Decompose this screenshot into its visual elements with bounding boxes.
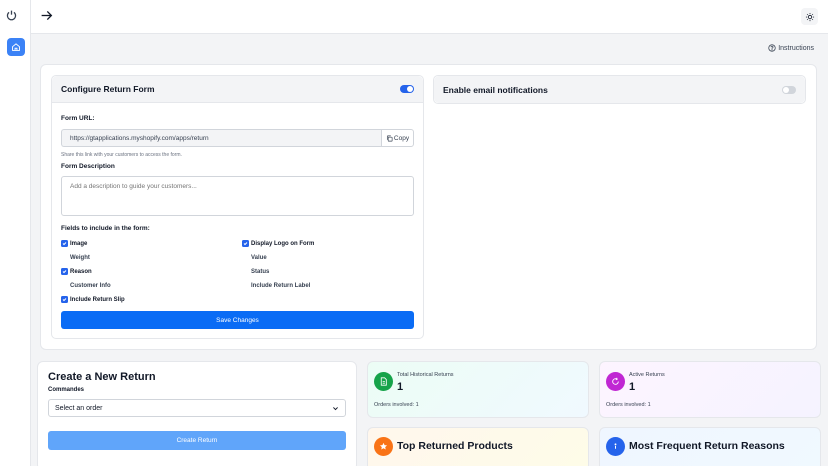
create-return-card: Create a New Return Commandes Select an … — [37, 361, 357, 466]
form-url-label: Form URL: — [61, 115, 95, 122]
arrow-right-icon[interactable] — [40, 9, 53, 22]
checkbox-customer-info[interactable] — [61, 282, 68, 289]
total-returns-sub: Orders involved: 1 — [374, 402, 419, 408]
return-reasons-card: Most Frequent Return Reasons — [599, 427, 821, 466]
refresh-icon — [612, 377, 619, 385]
check-icon — [62, 242, 67, 246]
top-products-card: Top Returned Products — [367, 427, 589, 466]
field-display-logo[interactable]: Display Logo on Form — [242, 240, 314, 247]
email-notifications-header: Enable email notifications — [434, 76, 805, 103]
top-products-icon-wrap — [374, 437, 393, 456]
checkbox-reason[interactable] — [61, 268, 68, 275]
fields-label: Fields to include in the form: — [61, 225, 150, 232]
order-select[interactable]: Select an order — [48, 399, 346, 417]
instructions-label: Instructions — [778, 44, 814, 52]
return-form-toggle[interactable] — [400, 85, 414, 93]
create-return-button[interactable]: Create Return — [48, 431, 346, 450]
field-return-label[interactable]: Include Return Label — [242, 282, 310, 289]
check-icon — [243, 242, 248, 246]
field-image[interactable]: Image — [61, 240, 87, 247]
copy-icon — [386, 135, 393, 141]
power-icon[interactable] — [5, 9, 18, 22]
checkbox-image[interactable] — [61, 240, 68, 247]
instructions-link[interactable]: Instructions — [768, 44, 814, 52]
copy-button[interactable]: Copy — [381, 129, 414, 147]
return-form-title: Configure Return Form — [61, 84, 155, 94]
total-returns-icon-wrap — [374, 372, 393, 391]
field-reason[interactable]: Reason — [61, 268, 92, 275]
settings-panel: Configure Return Form Form URL: Copy Sha… — [40, 64, 817, 350]
return-form-card-header: Configure Return Form — [52, 76, 423, 103]
active-returns-value: 1 — [629, 381, 636, 393]
sun-icon — [805, 12, 814, 21]
help-circle-icon — [768, 44, 776, 52]
checkbox-status[interactable] — [242, 268, 249, 275]
total-returns-card: Total Historical Returns 1 Orders involv… — [367, 361, 589, 418]
home-icon — [12, 43, 20, 51]
create-return-title: Create a New Return — [48, 371, 156, 383]
share-help-text: Share this link with your customers to a… — [61, 152, 182, 158]
email-notifications-title: Enable email notifications — [443, 84, 548, 95]
checkbox-return-label[interactable] — [242, 282, 249, 289]
active-returns-icon-wrap — [606, 372, 625, 391]
total-returns-label: Total Historical Returns — [397, 372, 454, 378]
info-icon — [614, 443, 617, 449]
copy-label: Copy — [393, 134, 410, 142]
checkbox-weight[interactable] — [61, 254, 68, 261]
active-returns-label: Active Returns — [629, 372, 665, 378]
theme-toggle-button[interactable] — [801, 8, 818, 25]
sidebar — [0, 0, 31, 466]
form-description-label: Form Description — [61, 163, 115, 170]
return-reasons-title: Most Frequent Return Reasons — [629, 440, 785, 452]
checkbox-value[interactable] — [242, 254, 249, 261]
active-returns-card: Active Returns 1 Orders involved: 1 — [599, 361, 821, 418]
check-icon — [62, 298, 67, 302]
document-icon — [380, 377, 387, 386]
total-returns-value: 1 — [397, 381, 404, 393]
chevron-down-icon — [333, 406, 338, 410]
field-customer-info[interactable]: Customer Info — [61, 282, 111, 289]
commandes-label: Commandes — [48, 387, 85, 393]
topbar — [31, 0, 828, 34]
checkbox-display-logo[interactable] — [242, 240, 249, 247]
save-changes-button[interactable]: Save Changes — [61, 311, 414, 329]
field-return-slip[interactable]: Include Return Slip — [61, 296, 125, 303]
home-button[interactable] — [7, 38, 25, 56]
email-notifications-card: Enable email notifications — [433, 75, 806, 104]
email-notifications-toggle[interactable] — [782, 85, 796, 94]
field-weight[interactable]: Weight — [61, 254, 90, 261]
order-select-value: Select an order — [55, 404, 103, 412]
form-url-input[interactable] — [61, 129, 381, 147]
field-value[interactable]: Value — [242, 254, 267, 261]
top-products-title: Top Returned Products — [397, 440, 513, 452]
return-form-card: Configure Return Form Form URL: Copy Sha… — [51, 75, 424, 339]
star-icon — [379, 442, 388, 450]
field-status[interactable]: Status — [242, 268, 269, 275]
active-returns-sub: Orders involved: 1 — [606, 402, 651, 408]
return-reasons-icon-wrap — [606, 437, 625, 456]
form-url-group: Copy — [61, 129, 414, 147]
check-icon — [62, 270, 67, 274]
form-description-input[interactable] — [61, 176, 414, 216]
checkbox-return-slip[interactable] — [61, 296, 68, 303]
